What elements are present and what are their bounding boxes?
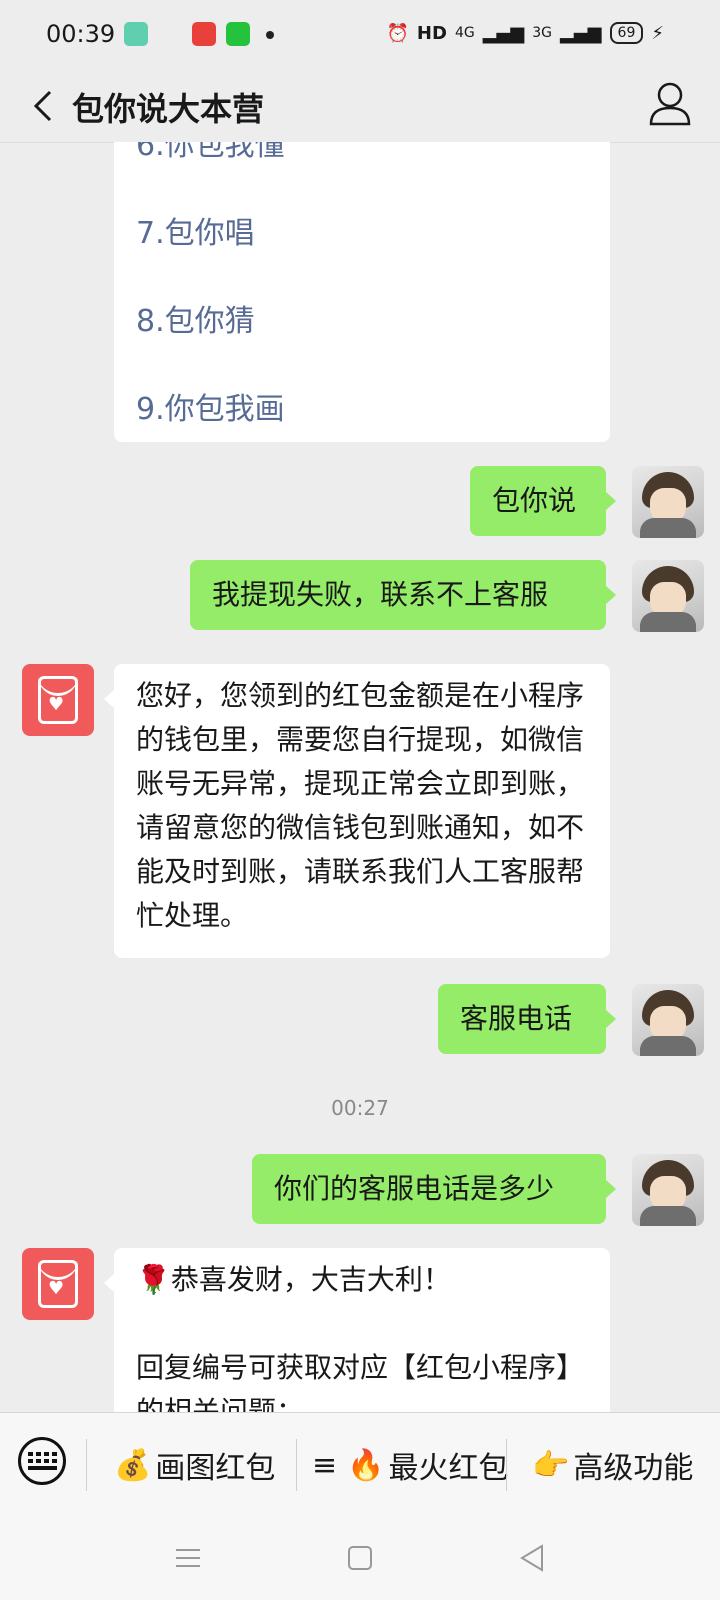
- bot-avatar[interactable]: ♥: [22, 664, 94, 736]
- alarm-icon: ⏰: [386, 22, 409, 44]
- menu-item[interactable]: 7.包你唱: [136, 212, 255, 256]
- sent-message[interactable]: 包你说: [470, 466, 616, 536]
- user-avatar[interactable]: [632, 560, 704, 632]
- received-message[interactable]: 🌹恭喜发财，大吉大利！ 回复编号可获取对应【红包小程序】的相关问题：: [104, 1248, 610, 1412]
- money-bag-icon: 💰: [114, 1447, 152, 1483]
- system-nav-bar: [0, 1516, 720, 1600]
- chat-area[interactable]: 6.你包我懂 7.包你唱 8.包你猜 9.你包我画 包你说 我提现失败，联系不上…: [0, 142, 720, 1412]
- dot-icon: [266, 31, 274, 39]
- menu-label: 画图红包: [155, 1451, 276, 1486]
- sent-message[interactable]: 客服电话: [438, 984, 616, 1054]
- recent-apps-icon[interactable]: [170, 1540, 206, 1576]
- chat-title: 包你说大本营: [72, 90, 265, 128]
- menu-divider: [506, 1439, 507, 1491]
- pointing-hand-icon: 👉: [532, 1447, 570, 1483]
- profile-icon[interactable]: [648, 80, 692, 128]
- signal-icon-2: ▂▄▆: [560, 22, 602, 44]
- status-time: 00:39: [46, 20, 116, 48]
- message-timestamp: 00:27: [331, 1096, 389, 1120]
- video-app-icon: [192, 22, 216, 46]
- sent-message[interactable]: 你们的客服电话是多少: [252, 1154, 616, 1224]
- sent-message[interactable]: 我提现失败，联系不上客服: [190, 560, 616, 630]
- user-avatar[interactable]: [632, 984, 704, 1056]
- status-bar: 00:39 ⏰ HD 4G ▂▄▆ 3G ▂▄▆ 69 ⚡: [0, 0, 720, 70]
- menu-item[interactable]: 6.你包我懂: [136, 142, 285, 168]
- bot-avatar[interactable]: ♥: [22, 1248, 94, 1320]
- user-avatar[interactable]: [632, 466, 704, 538]
- user-avatar[interactable]: [632, 1154, 704, 1226]
- message-line: 🌹恭喜发财，大吉大利！: [136, 1263, 451, 1296]
- menu-label: 高级功能: [573, 1451, 694, 1486]
- message-line: 回复编号可获取对应【红包小程序】的相关问题：: [136, 1351, 585, 1412]
- battery-indicator: 69: [609, 22, 644, 44]
- home-icon[interactable]: [342, 1540, 378, 1576]
- menu-item[interactable]: 9.你包我画: [136, 388, 285, 432]
- iqiyi-icon: [226, 22, 250, 46]
- signal-icon: ▂▄▆: [482, 22, 525, 44]
- keyboard-toggle-icon[interactable]: [18, 1437, 66, 1485]
- network-4g-label: 4G: [454, 25, 475, 41]
- back-nav-icon[interactable]: [514, 1540, 550, 1576]
- status-right: ⏰ HD 4G ▂▄▆ 3G ▂▄▆ 69 ⚡: [386, 22, 664, 44]
- menu-label: 最火红包: [388, 1451, 509, 1486]
- menu-bubble: 6.你包我懂 7.包你唱 8.包你猜 9.你包我画: [114, 142, 610, 442]
- menu-divider: [86, 1439, 87, 1491]
- menu-hottest-redpacket-button[interactable]: ≡ 🔥 最火红包: [312, 1413, 509, 1517]
- menu-item[interactable]: 8.包你猜: [136, 300, 255, 344]
- hd-label: HD: [416, 22, 447, 44]
- fire-icon: 🔥: [347, 1447, 385, 1483]
- menu-advanced-button[interactable]: 👉 高级功能: [532, 1413, 693, 1517]
- charging-icon: ⚡: [651, 22, 664, 44]
- menu-draw-redpacket-button[interactable]: 💰 画图红包: [114, 1413, 275, 1517]
- submenu-icon: ≡: [312, 1447, 338, 1483]
- back-arrow-icon[interactable]: [24, 86, 64, 126]
- bottom-menu-bar: 💰 画图红包 ≡ 🔥 最火红包 👉 高级功能: [0, 1412, 720, 1517]
- chat-header: 包你说大本营: [0, 70, 720, 143]
- received-message[interactable]: 您好，您领到的红包金额是在小程序的钱包里，需要您自行提现，如微信账号无异常，提现…: [104, 664, 610, 958]
- network-3g-label: 3G: [532, 25, 552, 41]
- app-notification-icon: [124, 22, 148, 46]
- menu-divider: [296, 1439, 297, 1491]
